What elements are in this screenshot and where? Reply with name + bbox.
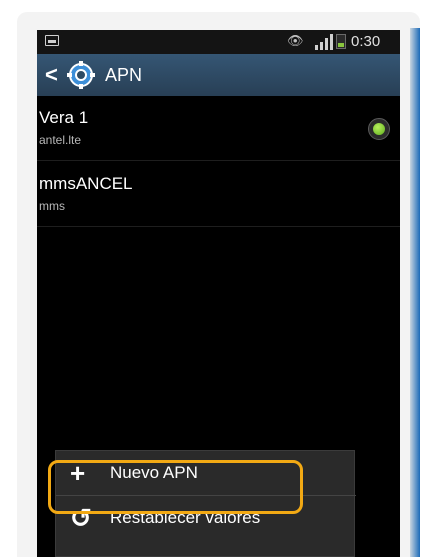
apn-name: Vera 1 <box>39 108 89 127</box>
page-title: APN <box>105 65 143 85</box>
apn-name: mmsANCEL <box>39 174 133 193</box>
apn-selected-radio[interactable] <box>368 118 390 140</box>
screenshot-notification-icon <box>45 35 59 46</box>
apn-list-item[interactable]: Vera 1 antel.lte <box>37 100 400 161</box>
action-bar: < APN <box>37 54 400 96</box>
status-time: 0:30 <box>351 33 381 50</box>
status-bar: 👁 0:30 <box>37 30 400 54</box>
smart-stay-eye-icon: 👁 <box>287 33 304 48</box>
signal-icon <box>315 34 333 50</box>
apn-address: mms <box>39 199 65 213</box>
apn-list-item[interactable]: mmsANCEL mms <box>37 166 400 227</box>
frame-shadow <box>410 28 420 557</box>
back-chevron-icon[interactable]: < <box>45 62 58 88</box>
apn-address: antel.lte <box>39 133 82 147</box>
settings-gear-icon[interactable] <box>66 60 96 90</box>
highlight-annotation <box>48 460 303 514</box>
battery-icon <box>336 34 346 49</box>
